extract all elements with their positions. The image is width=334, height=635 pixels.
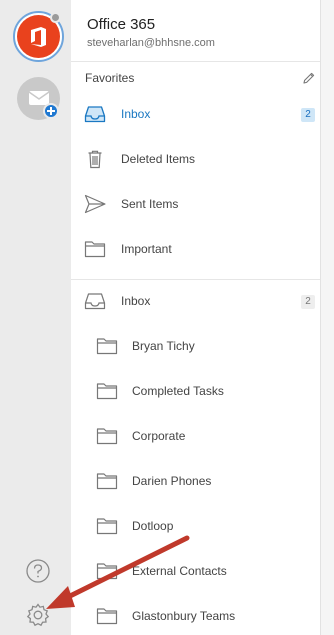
send-icon <box>84 194 106 214</box>
favorite-item-label: Inbox <box>121 107 151 121</box>
folder-item[interactable]: Completed Tasks <box>71 369 320 414</box>
pencil-icon <box>303 72 315 84</box>
folder-icon <box>96 473 118 490</box>
help-icon <box>26 559 50 583</box>
folder-item-label: Dotloop <box>132 519 174 533</box>
add-mail-account-button[interactable] <box>17 77 60 120</box>
folder-panel: Office 365 steveharlan@bhhsne.com Favori… <box>71 0 320 635</box>
folder-item-label: Completed Tasks <box>132 384 224 398</box>
folder-icon <box>96 338 118 355</box>
settings-button[interactable] <box>25 602 51 628</box>
unread-count-badge: 2 <box>301 295 315 309</box>
folder-item-label: Bryan Tichy <box>132 339 195 353</box>
help-button[interactable] <box>25 558 51 584</box>
presence-dot <box>50 12 61 23</box>
folder-item[interactable]: Darien Phones <box>71 459 320 504</box>
account-email: steveharlan@bhhsne.com <box>87 37 215 49</box>
folder-item-label: Corporate <box>132 429 186 443</box>
folder-item-label: Darien Phones <box>132 474 212 488</box>
folder-item-inbox[interactable]: Inbox 2 <box>71 279 320 324</box>
favorite-item-sent-items[interactable]: Sent Items <box>71 182 320 227</box>
folder-item[interactable]: Corporate <box>71 414 320 459</box>
favorite-item-inbox[interactable]: Inbox 2 <box>71 92 320 137</box>
folder-item[interactable]: Bryan Tichy <box>71 324 320 369</box>
divider <box>71 61 320 62</box>
trash-icon <box>88 150 102 169</box>
folder-item[interactable]: Dotloop <box>71 504 320 549</box>
folder-icon <box>96 383 118 400</box>
folder-icon <box>96 563 118 580</box>
account-rail <box>0 0 71 635</box>
folder-item-label: External Contacts <box>132 564 227 578</box>
unread-count-badge: 2 <box>301 108 315 122</box>
folder-icon <box>84 241 106 258</box>
inbox-icon <box>84 293 106 310</box>
favorite-item-deleted-items[interactable]: Deleted Items <box>71 137 320 182</box>
favorite-item-label: Sent Items <box>121 197 179 211</box>
plus-badge-icon <box>43 103 59 119</box>
folder-item[interactable]: External Contacts <box>71 549 320 594</box>
message-list-edge <box>320 0 334 635</box>
folder-item-label: Inbox <box>121 294 151 308</box>
inbox-icon <box>84 106 106 123</box>
folder-icon <box>96 608 118 625</box>
account-name: Office 365 <box>87 16 156 33</box>
folder-icon <box>96 518 118 535</box>
favorite-item-label: Important <box>121 242 172 256</box>
favorite-item-important[interactable]: Important <box>71 227 320 272</box>
folder-item[interactable]: Glastonbury Teams <box>71 594 320 635</box>
favorites-heading: Favorites <box>85 71 135 85</box>
folder-item-label: Glastonbury Teams <box>132 609 236 623</box>
folder-icon <box>96 428 118 445</box>
gear-icon <box>26 603 50 627</box>
favorite-item-label: Deleted Items <box>121 152 196 166</box>
edit-favorites-button[interactable] <box>302 71 316 85</box>
